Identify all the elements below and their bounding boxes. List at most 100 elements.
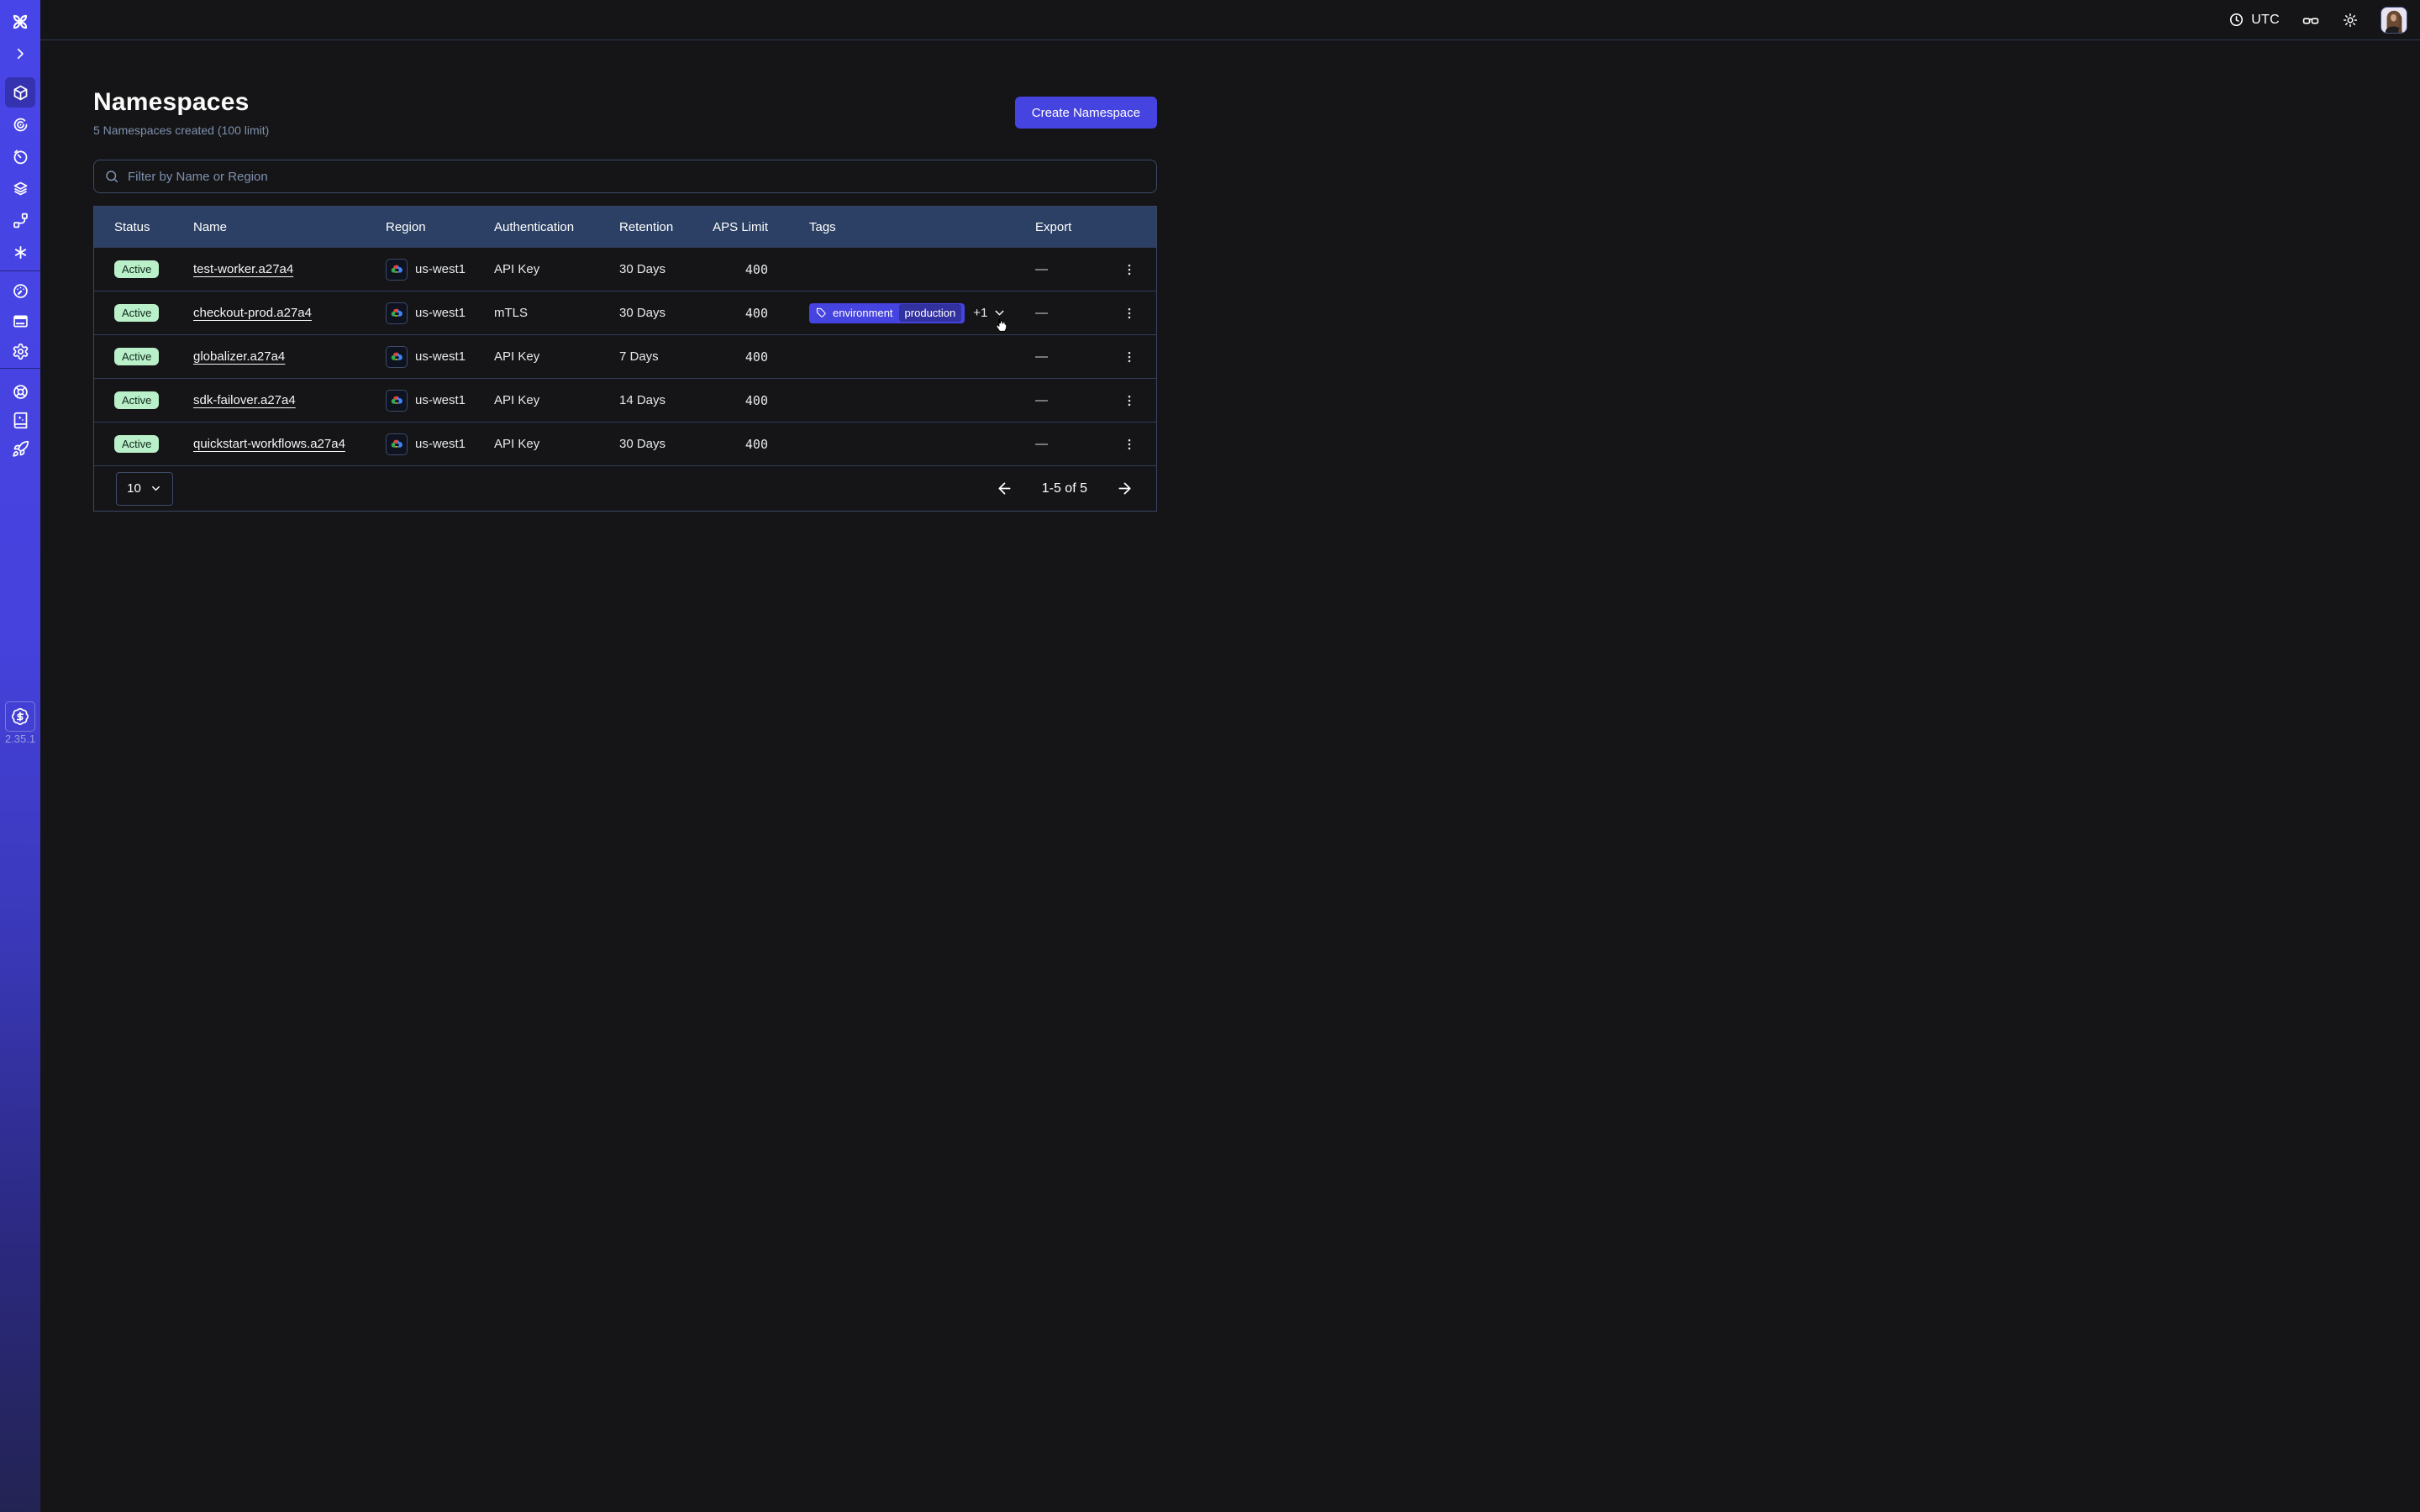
tag-value: production bbox=[899, 304, 962, 322]
status-cell: Active bbox=[94, 304, 173, 322]
support-lifebuoy-icon bbox=[12, 383, 29, 401]
status-cell: Active bbox=[94, 435, 173, 453]
gcp-cloud-icon bbox=[386, 259, 408, 281]
export-cell: — bbox=[1015, 349, 1102, 364]
region-cell: us-west1 bbox=[366, 433, 474, 455]
pagination-bar: 10 1-5 of 5 bbox=[94, 465, 1156, 511]
billing-window-icon bbox=[12, 312, 29, 330]
aps-limit-cell: 400 bbox=[693, 437, 789, 452]
sidebar-item-billing[interactable] bbox=[5, 306, 35, 336]
sidebar-item-docs[interactable] bbox=[5, 405, 35, 435]
namespace-link[interactable]: test-worker.a27a4 bbox=[193, 262, 293, 276]
temporal-logo-icon bbox=[5, 7, 35, 37]
namespaces-cube-icon bbox=[12, 84, 29, 102]
sidebar-divider bbox=[0, 368, 40, 369]
user-avatar[interactable] bbox=[2381, 7, 2407, 34]
sidebar-item-namespaces[interactable] bbox=[5, 77, 35, 108]
column-header-export: Export bbox=[1015, 220, 1102, 234]
spiral-icon bbox=[12, 116, 29, 134]
column-header-status: Status bbox=[94, 220, 173, 234]
arrow-left-icon bbox=[996, 480, 1013, 497]
main-content: Namespaces 5 Namespaces created (100 lim… bbox=[40, 0, 1210, 512]
aps-limit-cell: 400 bbox=[693, 349, 789, 365]
name-cell: test-worker.a27a4 bbox=[173, 262, 366, 276]
column-header-region: Region bbox=[366, 220, 474, 234]
region-cell: us-west1 bbox=[366, 259, 474, 281]
topbar: UTC bbox=[40, 0, 2420, 40]
actions-cell bbox=[1102, 346, 1156, 368]
auth-cell: API Key bbox=[474, 393, 599, 407]
column-header-aps: APS Limit bbox=[693, 220, 789, 234]
status-badge: Active bbox=[114, 391, 159, 409]
namespace-link[interactable]: globalizer.a27a4 bbox=[193, 349, 285, 364]
tag-key: environment bbox=[833, 307, 893, 319]
tags-cell: environment production +1 bbox=[789, 303, 1015, 323]
row-menu-kebab-icon[interactable] bbox=[1118, 302, 1140, 324]
previous-page-button[interactable] bbox=[996, 480, 1013, 497]
region-cell: us-west1 bbox=[366, 346, 474, 368]
theme-sun-icon[interactable] bbox=[2342, 12, 2359, 29]
table-row: Active checkout-prod.a27a4 us-west1 bbox=[94, 291, 1156, 334]
status-badge: Active bbox=[114, 260, 159, 278]
actions-cell bbox=[1102, 390, 1156, 412]
page-subtitle: 5 Namespaces created (100 limit) bbox=[93, 123, 269, 137]
filter-input[interactable] bbox=[128, 170, 1146, 184]
namespaces-table: Status Name Region Authentication Retent… bbox=[93, 206, 1157, 512]
chevron-down-icon bbox=[150, 482, 162, 495]
row-menu-kebab-icon[interactable] bbox=[1118, 433, 1140, 455]
filter-search-box[interactable] bbox=[93, 160, 1157, 193]
expand-chevron-icon[interactable] bbox=[5, 39, 35, 69]
reader-mode-glasses-icon[interactable] bbox=[2302, 11, 2320, 29]
sidebar-item-schedules[interactable] bbox=[5, 141, 35, 171]
retention-cell: 14 Days bbox=[599, 393, 693, 407]
table-header-row: Status Name Region Authentication Retent… bbox=[94, 207, 1156, 247]
workflow-branch-icon bbox=[12, 212, 29, 229]
namespace-link[interactable]: sdk-failover.a27a4 bbox=[193, 393, 296, 407]
layers-icon bbox=[12, 180, 29, 197]
column-header-tags: Tags bbox=[789, 220, 1015, 234]
actions-cell bbox=[1102, 433, 1156, 455]
sidebar-item-deployments[interactable] bbox=[5, 173, 35, 203]
page-size-select[interactable]: 10 bbox=[116, 472, 173, 506]
namespace-link[interactable]: quickstart-workflows.a27a4 bbox=[193, 437, 345, 451]
row-menu-kebab-icon[interactable] bbox=[1118, 346, 1140, 368]
timezone-selector[interactable]: UTC bbox=[2228, 12, 2280, 28]
tag-pill[interactable]: environment production bbox=[809, 303, 965, 323]
row-menu-kebab-icon[interactable] bbox=[1118, 390, 1140, 412]
column-header-auth: Authentication bbox=[474, 220, 599, 234]
sidebar-item-nexus[interactable] bbox=[5, 237, 35, 267]
region-cell: us-west1 bbox=[366, 302, 474, 324]
sidebar-item-workflows[interactable] bbox=[5, 109, 35, 139]
status-badge: Active bbox=[114, 304, 159, 322]
sidebar-item-batch-operations[interactable] bbox=[5, 205, 35, 235]
aps-limit-cell: 400 bbox=[693, 393, 789, 408]
usage-gauge-icon bbox=[12, 282, 29, 300]
region-label: us-west1 bbox=[415, 349, 466, 364]
auth-cell: mTLS bbox=[474, 306, 599, 320]
auth-cell: API Key bbox=[474, 262, 599, 276]
sidebar-item-settings[interactable] bbox=[5, 336, 35, 366]
name-cell: sdk-failover.a27a4 bbox=[173, 393, 366, 407]
create-namespace-button[interactable]: Create Namespace bbox=[1015, 97, 1157, 129]
sidebar-item-usage[interactable] bbox=[5, 276, 35, 306]
row-menu-kebab-icon[interactable] bbox=[1118, 259, 1140, 281]
plan-badge-dollar-icon[interactable] bbox=[5, 701, 35, 732]
gcp-cloud-icon bbox=[386, 302, 408, 324]
name-cell: checkout-prod.a27a4 bbox=[173, 306, 366, 320]
namespace-link[interactable]: checkout-prod.a27a4 bbox=[193, 306, 312, 320]
tag-expand-chevron-icon[interactable] bbox=[992, 306, 1007, 320]
retention-cell: 30 Days bbox=[599, 306, 693, 320]
next-page-button[interactable] bbox=[1116, 480, 1134, 497]
clock-icon bbox=[2228, 12, 2244, 28]
app-version: 2.35.1 bbox=[0, 732, 40, 745]
aps-limit-cell: 400 bbox=[693, 262, 789, 277]
search-icon bbox=[104, 169, 119, 184]
sidebar-item-support[interactable] bbox=[5, 376, 35, 407]
status-cell: Active bbox=[94, 348, 173, 365]
aps-limit-cell: 400 bbox=[693, 306, 789, 321]
sidebar-item-getting-started[interactable] bbox=[5, 433, 35, 464]
region-cell: us-west1 bbox=[366, 390, 474, 412]
pagination-range: 1-5 of 5 bbox=[1042, 481, 1087, 496]
export-cell: — bbox=[1015, 437, 1102, 451]
getting-started-rocket-icon bbox=[12, 440, 29, 458]
